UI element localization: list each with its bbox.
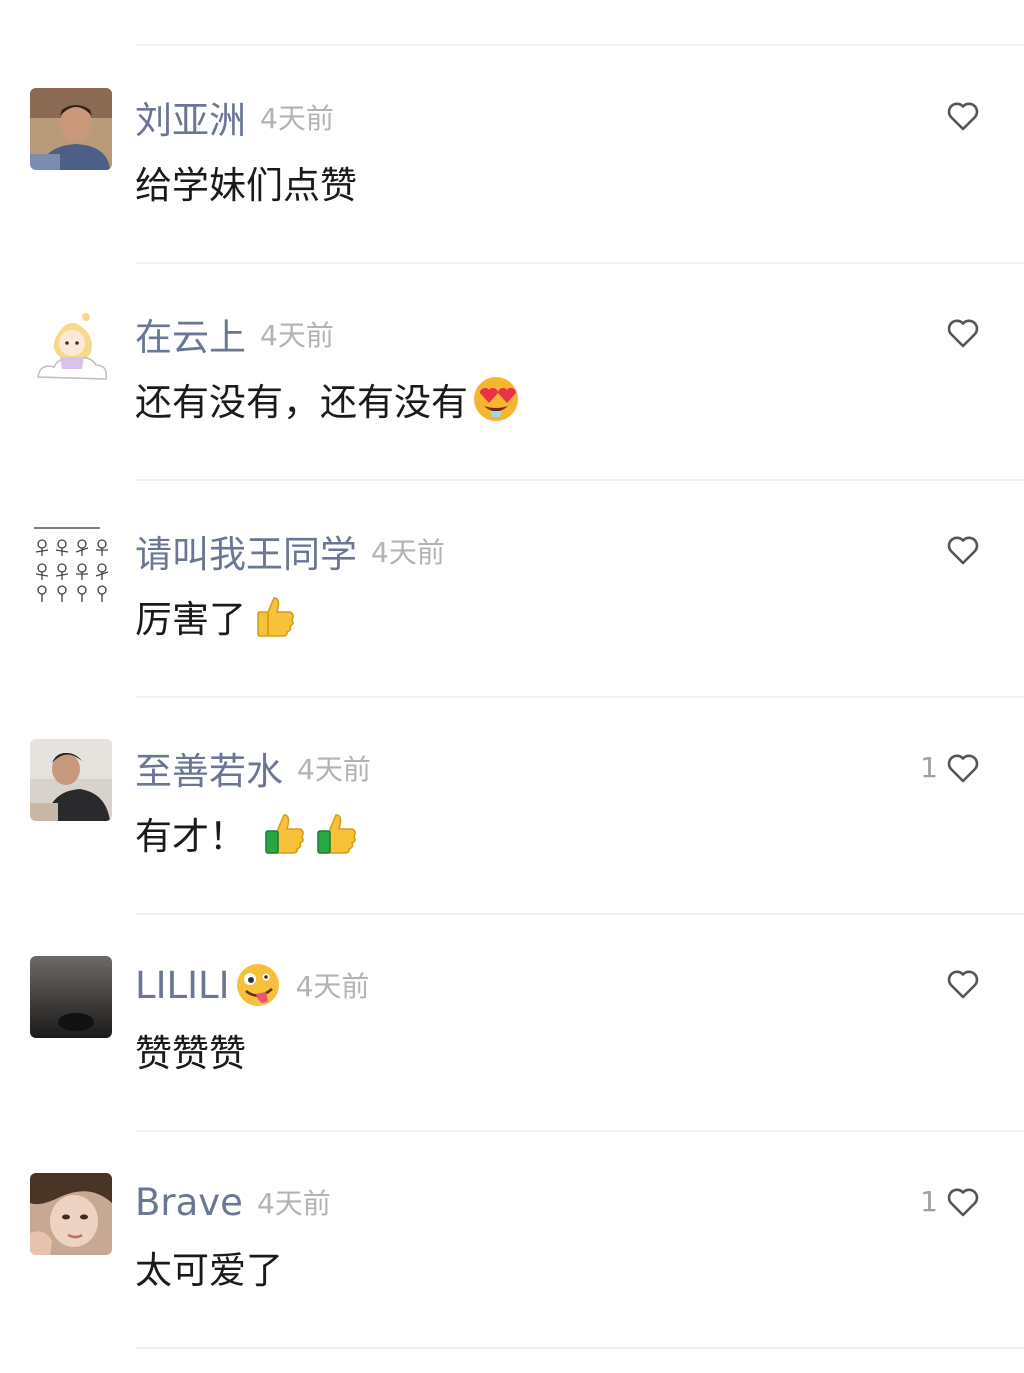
comment-time: 4天前: [260, 102, 334, 135]
comment-author[interactable]: 请叫我王同学: [135, 524, 357, 578]
like-button[interactable]: [938, 317, 980, 349]
comment-text-content: 赞赞赞: [135, 1032, 246, 1075]
heart-outline-icon[interactable]: [946, 534, 980, 566]
thumbs-up-emoji: [317, 814, 356, 854]
comment-author[interactable]: 至善若水: [135, 741, 283, 795]
comment-text: 太可爱了: [135, 1241, 283, 1293]
comment-author[interactable]: 刘亚洲: [135, 90, 246, 144]
comment-text: 赞赞赞: [135, 1024, 246, 1076]
comment-time: 4天前: [371, 536, 445, 569]
comment-item[interactable]: 请叫我王同学 4天前 厉害了: [0, 522, 1024, 722]
avatar[interactable]: [30, 522, 112, 604]
like-button[interactable]: [938, 100, 980, 132]
comment-time: 4天前: [256, 1187, 331, 1220]
avatar[interactable]: [30, 88, 112, 170]
comment-text-content: 厉害了: [135, 598, 246, 641]
avatar[interactable]: [30, 305, 112, 387]
like-count: 1: [920, 751, 938, 784]
like-button[interactable]: [938, 534, 980, 566]
divider: [136, 44, 1024, 46]
heart-outline-icon[interactable]: [946, 100, 980, 132]
comment-author[interactable]: 在云上: [135, 307, 246, 361]
comment-text-content: 给学妹们点赞: [135, 164, 357, 207]
comment-time: 4天前: [295, 970, 370, 1003]
comment-text: 厉害了: [135, 590, 298, 642]
comment-item[interactable]: 刘亚洲 4天前 给学妹们点赞: [0, 88, 1024, 288]
like-count: 1: [920, 1185, 938, 1218]
avatar[interactable]: [30, 1173, 112, 1255]
heart-outline-icon[interactable]: [946, 752, 980, 784]
heart-outline-icon[interactable]: [946, 1186, 980, 1218]
comment-text-content: 还有没有，还有没有: [135, 381, 468, 424]
comment-item[interactable]: 在云上 4天前 还有没有，还有没有: [0, 305, 1024, 505]
comment-author[interactable]: LILILI: [135, 964, 230, 1007]
thumbs-up-emoji: [265, 814, 304, 854]
comment-text-content: 太可爱了: [135, 1249, 283, 1292]
comment-text-content: 有才！: [135, 815, 246, 858]
avatar[interactable]: [30, 956, 112, 1038]
heart-eyes-emoji: [474, 377, 518, 421]
comment-text: 还有没有，还有没有: [135, 373, 520, 425]
comment-time: 4天前: [297, 753, 371, 786]
comment-item[interactable]: 至善若水 4天前 有才！ 1: [0, 739, 1024, 939]
like-button[interactable]: 1: [920, 1185, 980, 1218]
like-button[interactable]: [938, 968, 980, 1000]
comment-text: 有才！: [135, 807, 360, 859]
thumbs-up-emoji: [257, 597, 294, 637]
heart-outline-icon[interactable]: [946, 317, 980, 349]
comment-author[interactable]: Brave: [135, 1181, 243, 1224]
comment-item[interactable]: LILILI 4天前 赞赞赞: [0, 956, 1024, 1156]
avatar[interactable]: [30, 739, 112, 821]
heart-outline-icon[interactable]: [946, 968, 980, 1000]
comment-item[interactable]: Brave 4天前 太可爱了 1: [0, 1173, 1024, 1373]
zany-face-emoji: [236, 964, 279, 1006]
comment-time: 4天前: [260, 319, 334, 352]
like-button[interactable]: 1: [920, 751, 980, 784]
comment-text: 给学妹们点赞: [135, 156, 357, 208]
